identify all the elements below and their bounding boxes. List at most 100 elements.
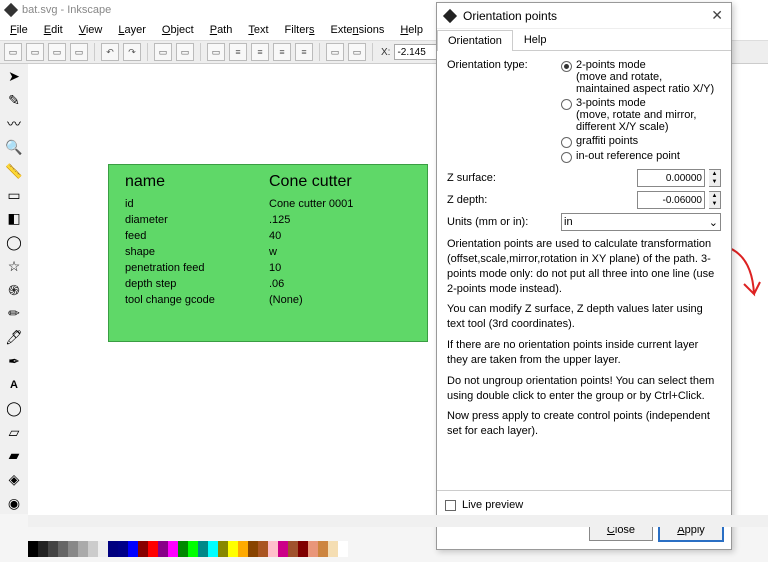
swatch[interactable] [288, 541, 298, 557]
swatch[interactable] [168, 541, 178, 557]
radio-inout[interactable]: in-out reference point [561, 150, 721, 163]
tb-more2-icon[interactable]: ▭ [348, 43, 366, 61]
z-surface-spinner[interactable]: ▲▼ [709, 169, 721, 187]
units-select[interactable]: in ⌄ [561, 213, 721, 231]
fill-tool-icon[interactable]: ▰ [3, 445, 25, 467]
tab-orientation[interactable]: Orientation [437, 30, 513, 51]
units-label: Units (mm or in): [447, 216, 557, 228]
swatch[interactable] [148, 541, 158, 557]
measure-tool-icon[interactable]: 📏 [3, 161, 25, 183]
swatch[interactable] [28, 541, 38, 557]
swatch[interactable] [48, 541, 58, 557]
menu-file[interactable]: File [4, 22, 34, 38]
zoom-tool-icon[interactable]: 🔍 [3, 137, 25, 159]
tb-zoom-icon[interactable]: ▭ [207, 43, 225, 61]
menu-filters[interactable]: Filters [279, 22, 321, 38]
swatch[interactable] [78, 541, 88, 557]
swatch[interactable] [98, 541, 108, 557]
spray-tool-icon[interactable]: ◯ [3, 398, 25, 420]
eraser-tool-icon[interactable]: ▱ [3, 421, 25, 443]
swatch[interactable] [68, 541, 78, 557]
menu-text[interactable]: Text [242, 22, 274, 38]
menu-extensions[interactable]: Extensions [325, 22, 391, 38]
table-row: tool change gcode(None) [125, 293, 411, 307]
swatch[interactable] [248, 541, 258, 557]
swatch[interactable] [268, 541, 278, 557]
tweak-tool-icon[interactable]: 〰 [3, 113, 25, 135]
tb-align4-icon[interactable]: ≡ [295, 43, 313, 61]
rect-tool-icon[interactable]: ▭ [3, 184, 25, 206]
help-paragraph-5: Now press apply to create control points… [447, 409, 721, 439]
box3d-tool-icon[interactable]: ◧ [3, 208, 25, 230]
menu-view[interactable]: View [73, 22, 109, 38]
swatch[interactable] [338, 541, 348, 557]
gradient-tool-icon[interactable]: ◈ [3, 469, 25, 491]
menu-layer[interactable]: Layer [112, 22, 152, 38]
app-icon [4, 3, 18, 17]
swatch[interactable] [208, 541, 218, 557]
swatch[interactable] [258, 541, 268, 557]
dialog-titlebar[interactable]: Orientation points ✕ [437, 3, 731, 29]
calligraphy-tool-icon[interactable]: ✒ [3, 350, 25, 372]
swatch[interactable] [298, 541, 308, 557]
swatch[interactable] [38, 541, 48, 557]
horizontal-scrollbar[interactable] [28, 515, 768, 527]
swatch[interactable] [318, 541, 328, 557]
swatch[interactable] [218, 541, 228, 557]
swatch[interactable] [278, 541, 288, 557]
tab-help[interactable]: Help [513, 29, 558, 50]
tb-more1-icon[interactable]: ▭ [326, 43, 344, 61]
tb-undo-icon[interactable]: ↶ [101, 43, 119, 61]
node-tool-icon[interactable]: ✎ [3, 90, 25, 112]
swatch[interactable] [58, 541, 68, 557]
swatch[interactable] [128, 541, 138, 557]
selector-tool-icon[interactable]: ➤ [3, 66, 25, 88]
swatch[interactable] [328, 541, 338, 557]
chevron-down-icon: ⌄ [709, 216, 718, 229]
radio-3points[interactable]: 3-points mode (move, rotate and mirror, … [561, 97, 721, 133]
tb-align-icon[interactable]: ≡ [229, 43, 247, 61]
menu-path[interactable]: Path [204, 22, 239, 38]
z-depth-input[interactable] [637, 191, 705, 209]
tb-align2-icon[interactable]: ≡ [251, 43, 269, 61]
swatch[interactable] [108, 541, 118, 557]
tb-open-icon[interactable]: ▭ [26, 43, 44, 61]
close-icon[interactable]: ✕ [711, 7, 723, 24]
menu-edit[interactable]: Edit [38, 22, 69, 38]
star-tool-icon[interactable]: ☆ [3, 256, 25, 278]
swatch[interactable] [158, 541, 168, 557]
tb-save-icon[interactable]: ▭ [48, 43, 66, 61]
tb-align3-icon[interactable]: ≡ [273, 43, 291, 61]
swatch[interactable] [308, 541, 318, 557]
swatch[interactable] [178, 541, 188, 557]
live-preview-label: Live preview [462, 499, 523, 511]
swatch[interactable] [228, 541, 238, 557]
z-surface-input[interactable] [637, 169, 705, 187]
bezier-tool-icon[interactable]: 🖊 [3, 327, 25, 349]
swatch[interactable] [188, 541, 198, 557]
ellipse-tool-icon[interactable]: ◯ [3, 232, 25, 254]
tb-copy-icon[interactable]: ▭ [154, 43, 172, 61]
swatch[interactable] [238, 541, 248, 557]
live-preview-checkbox[interactable] [445, 500, 456, 511]
tb-print-icon[interactable]: ▭ [70, 43, 88, 61]
tb-redo-icon[interactable]: ↷ [123, 43, 141, 61]
tb-new-icon[interactable]: ▭ [4, 43, 22, 61]
spiral-tool-icon[interactable]: ֍ [3, 279, 25, 301]
radio-2points[interactable]: 2-points mode (move and rotate, maintain… [561, 59, 721, 95]
swatch[interactable] [138, 541, 148, 557]
help-paragraph-3: If there are no orientation points insid… [447, 338, 721, 368]
dialog-tabs: Orientation Help [437, 29, 731, 51]
radio-graffiti[interactable]: graffiti points [561, 135, 721, 148]
swatch[interactable] [88, 541, 98, 557]
pencil-tool-icon[interactable]: ✏ [3, 303, 25, 325]
menu-help[interactable]: Help [394, 22, 429, 38]
menu-object[interactable]: Object [156, 22, 200, 38]
z-depth-spinner[interactable]: ▲▼ [709, 191, 721, 209]
swatch[interactable] [198, 541, 208, 557]
dropper-tool-icon[interactable]: ◉ [3, 492, 25, 514]
tb-paste-icon[interactable]: ▭ [176, 43, 194, 61]
tool-info-box: name Cone cutter idCone cutter 0001diame… [108, 164, 428, 342]
swatch[interactable] [118, 541, 128, 557]
text-tool-icon[interactable]: A [3, 374, 25, 396]
